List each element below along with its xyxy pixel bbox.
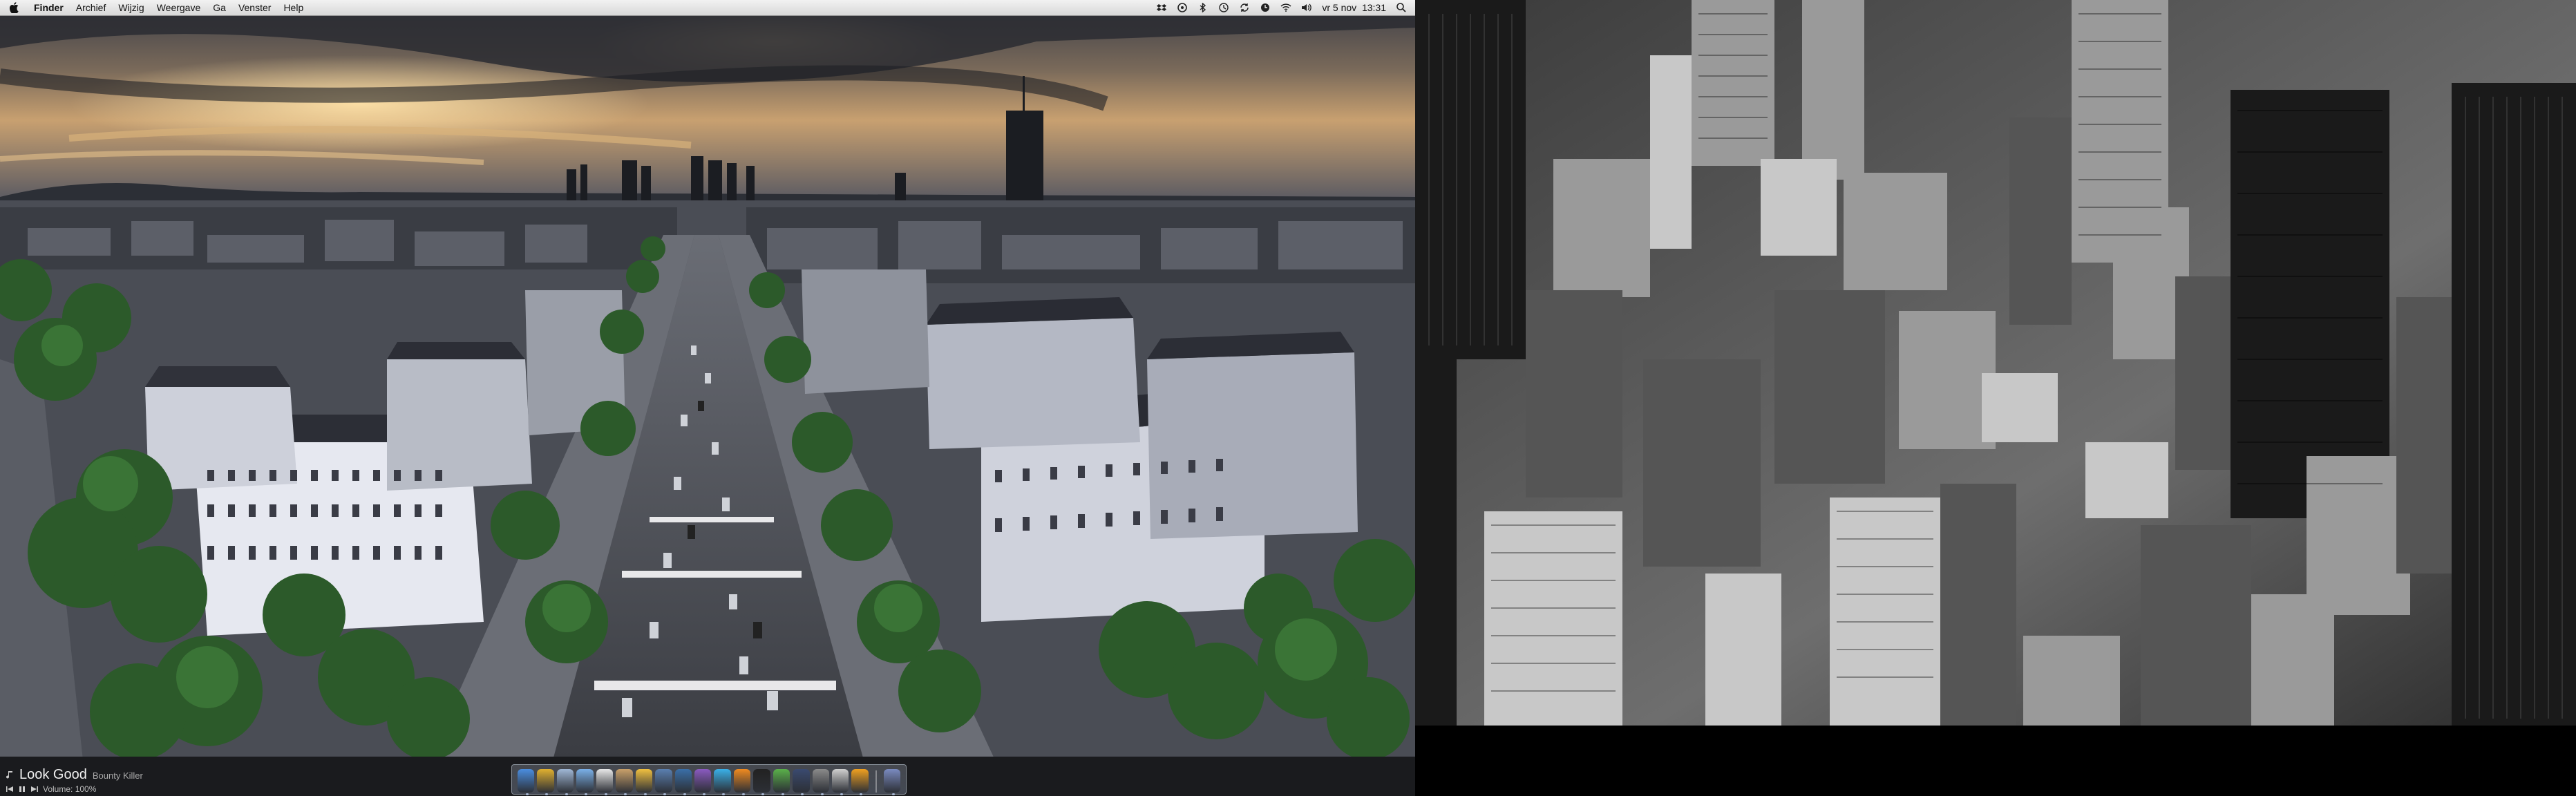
menu-ga[interactable]: Ga	[207, 0, 232, 15]
menu-help[interactable]: Help	[277, 0, 310, 15]
menu-clock[interactable]: vr 5 nov 13:31	[1322, 2, 1386, 13]
menu-bar: Finder Archief Wijzig Weergave Ga Venste…	[0, 0, 1415, 16]
dashboard-icon[interactable]	[793, 769, 810, 795]
menu-wijzig[interactable]: Wijzig	[112, 0, 150, 15]
menu-finder[interactable]: Finder	[28, 0, 70, 15]
vlc-cone-icon[interactable]	[851, 769, 869, 795]
address-book-icon[interactable]	[616, 769, 633, 795]
finder-icon[interactable]	[518, 769, 535, 795]
music-note-icon	[6, 770, 14, 779]
pause-icon[interactable]	[18, 785, 26, 793]
paris-wallpaper	[0, 0, 1415, 760]
itunes-icon[interactable]	[576, 769, 594, 795]
dock-separator	[875, 770, 877, 793]
skype-icon[interactable]	[714, 769, 731, 795]
photoshop-icon[interactable]	[674, 769, 692, 795]
menu-archief[interactable]: Archief	[70, 0, 113, 15]
spotlight-icon[interactable]	[1396, 3, 1407, 12]
previous-track-icon[interactable]	[6, 785, 14, 793]
next-track-icon[interactable]	[30, 785, 39, 793]
bluetooth-icon[interactable]	[1197, 3, 1209, 12]
volume-level: Volume: 100%	[43, 784, 97, 794]
vlc-icon[interactable]	[733, 769, 751, 795]
menu-venster[interactable]: Venster	[232, 0, 277, 15]
volume-icon[interactable]	[1301, 3, 1312, 12]
downloads-stack-icon[interactable]	[883, 769, 901, 795]
xcode-icon[interactable]	[655, 769, 672, 795]
sync-icon[interactable]	[1239, 3, 1250, 12]
dock	[511, 764, 907, 795]
terminal-icon[interactable]	[753, 769, 770, 795]
mail-icon[interactable]	[556, 769, 574, 795]
time-machine-icon[interactable]	[1218, 3, 1229, 12]
menu-extras: vr 5 nov 13:31	[1156, 2, 1415, 13]
system-preferences-icon[interactable]	[812, 769, 829, 795]
growl-icon[interactable]	[1177, 3, 1188, 12]
textmate-icon[interactable]	[694, 769, 712, 795]
left-display: Finder Archief Wijzig Weergave Ga Venste…	[0, 0, 1415, 796]
apple-menu-icon[interactable]	[8, 1, 21, 14]
new-york-wallpaper	[1415, 0, 2576, 796]
ical-icon[interactable]	[596, 769, 614, 795]
activity-monitor-icon[interactable]	[773, 769, 790, 795]
right-display	[1415, 0, 2576, 796]
dropbox-icon[interactable]	[1156, 3, 1167, 12]
script-editor-icon[interactable]	[832, 769, 849, 795]
adium-icon[interactable]	[635, 769, 653, 795]
wifi-icon[interactable]	[1280, 3, 1291, 12]
menu-clock-icon[interactable]	[1260, 3, 1271, 12]
menu-weergave[interactable]: Weergave	[151, 0, 207, 15]
chrome-icon[interactable]	[537, 769, 554, 795]
track-title: Look Good	[19, 767, 87, 782]
now-playing-widget: Look Good Bounty Killer Volume: 100%	[6, 767, 143, 794]
track-artist: Bounty Killer	[92, 770, 143, 781]
